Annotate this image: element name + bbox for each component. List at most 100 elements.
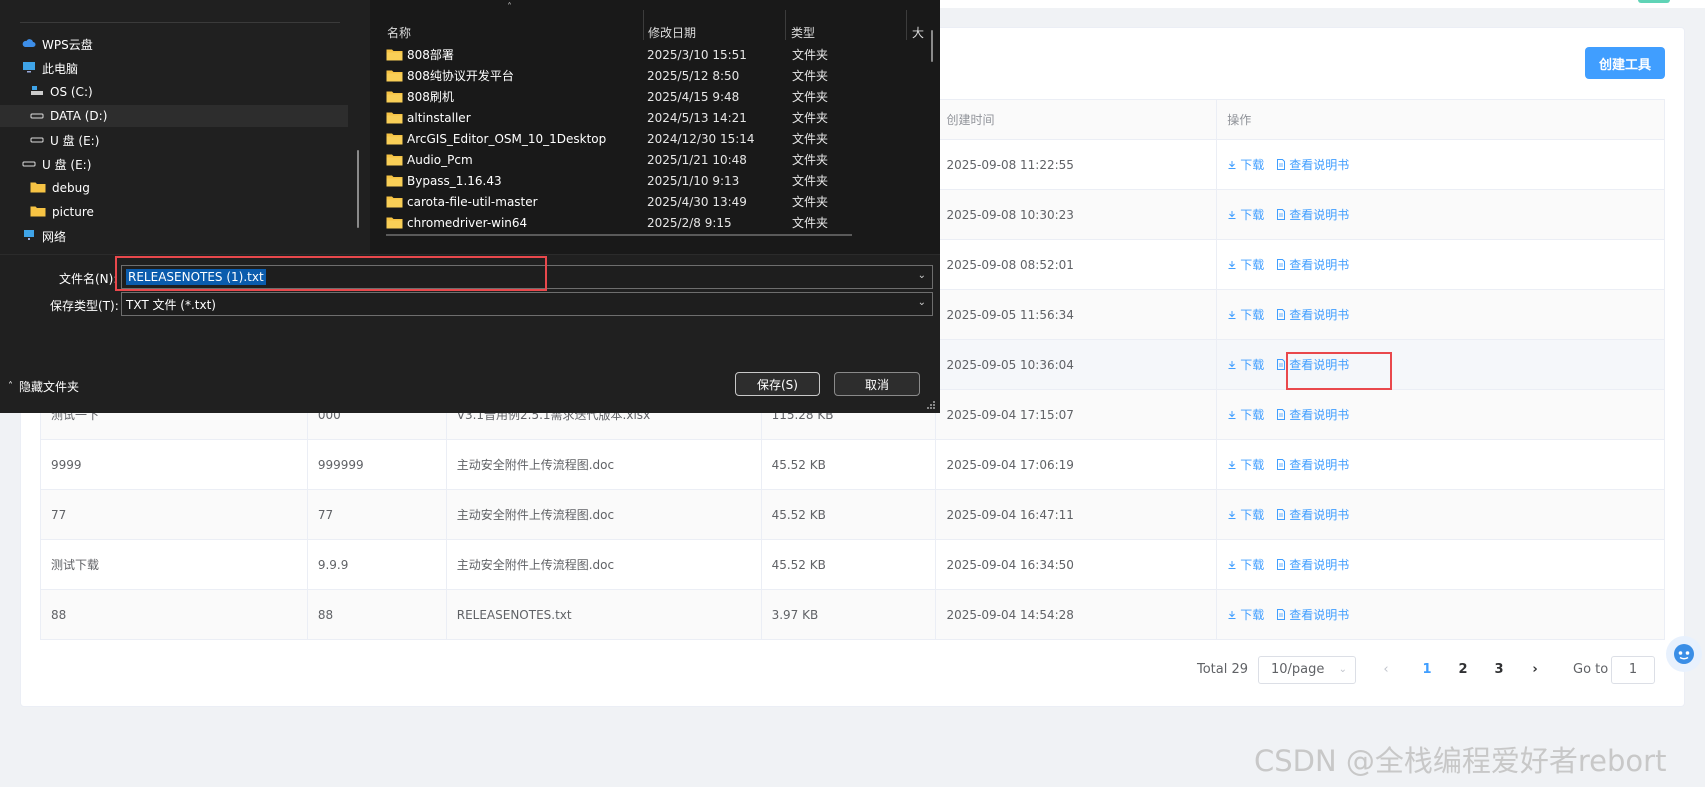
- cell-actions: 下载 查看说明书: [1216, 139, 1665, 190]
- nav-item[interactable]: debug: [0, 177, 348, 199]
- file-row[interactable]: chromedriver-win64 2025/2/8 9:15 文件夹: [370, 212, 840, 233]
- cell-actions: 下载 查看说明书: [1216, 289, 1665, 340]
- view-manual-link[interactable]: 查看说明书: [1276, 556, 1349, 573]
- download-label: 下载: [1240, 508, 1265, 523]
- document-icon: [1277, 258, 1286, 270]
- usb-drive-icon: [22, 157, 36, 171]
- download-link[interactable]: 下载: [1227, 456, 1264, 473]
- view-manual-link[interactable]: 查看说明书: [1276, 456, 1349, 473]
- nav-item[interactable]: U 盘 (E:): [0, 153, 348, 175]
- col-modified-header[interactable]: 修改日期: [648, 24, 696, 41]
- file-row[interactable]: 808刷机 2025/4/15 9:48 文件夹: [370, 86, 840, 107]
- table-row: 77 77 主动安全附件上传流程图.doc 45.52 KB 2025-09-04 16…: [40, 489, 1665, 540]
- cell-created: 2025-09-05 10:36:04: [935, 339, 1218, 390]
- download-label: 下载: [1240, 558, 1265, 573]
- hide-folders-toggle[interactable]: ˄ 隐藏文件夹: [8, 378, 79, 395]
- watermark: CSDN @全栈编程爱好者rebort: [1254, 744, 1667, 778]
- file-name: 808纯协议开发平台: [407, 69, 514, 83]
- download-icon: [1228, 560, 1236, 569]
- filetype-value: TXT 文件 (*.txt): [126, 297, 216, 312]
- cell-actions: 下载 查看说明书: [1216, 339, 1665, 390]
- page-button-2[interactable]: 2: [1449, 656, 1477, 684]
- file-type: 文件夹: [792, 216, 829, 230]
- file-modified: 2025/4/15 9:48: [647, 89, 740, 104]
- page-button-1[interactable]: 1: [1413, 656, 1441, 684]
- col-name-header[interactable]: 名称: [387, 24, 411, 41]
- goto-page-input[interactable]: 1: [1611, 656, 1655, 684]
- download-link[interactable]: 下载: [1227, 506, 1264, 523]
- cell-file: RELEASENOTES.txt: [445, 589, 762, 640]
- highlight-box-filename: [115, 256, 547, 291]
- document-icon: [1277, 458, 1286, 470]
- nav-item[interactable]: DATA (D:): [0, 105, 348, 127]
- download-link[interactable]: 下载: [1227, 406, 1264, 423]
- hide-folders-label: 隐藏文件夹: [19, 380, 80, 394]
- view-manual-link[interactable]: 查看说明书: [1276, 506, 1349, 523]
- cell-version: 77: [306, 489, 447, 540]
- top-badge: [1638, 0, 1670, 3]
- download-link[interactable]: 下载: [1227, 206, 1264, 223]
- download-link[interactable]: 下载: [1227, 356, 1264, 373]
- view-manual-link[interactable]: 查看说明书: [1276, 406, 1349, 423]
- nav-item-label: DATA (D:): [50, 109, 108, 123]
- col-size-header[interactable]: 大: [912, 24, 924, 41]
- files-scrollbar[interactable]: [931, 30, 933, 62]
- file-row[interactable]: Bypass_1.16.43 2025/1/10 9:13 文件夹: [370, 170, 840, 191]
- download-link[interactable]: 下载: [1227, 306, 1264, 323]
- download-icon: [1228, 160, 1236, 169]
- nav-item[interactable]: WPS云盘: [0, 33, 348, 55]
- download-label: 下载: [1240, 208, 1265, 223]
- folder-icon: [30, 181, 46, 196]
- table-row: 88 88 RELEASENOTES.txt 3.97 KB 2025-09-04 14…: [40, 589, 1665, 640]
- cell-name: 9999: [40, 439, 308, 490]
- page-size-value: 10/page: [1271, 662, 1325, 677]
- cancel-button[interactable]: 取消: [834, 372, 920, 396]
- file-row[interactable]: 808部署 2025/3/10 15:51 文件夹: [370, 44, 840, 65]
- save-button[interactable]: 保存(S): [735, 372, 820, 396]
- chat-assistant-button[interactable]: [1666, 636, 1702, 672]
- resize-grip-icon[interactable]: [926, 400, 936, 410]
- filetype-label: 保存类型(T):: [50, 299, 119, 313]
- download-link[interactable]: 下载: [1227, 256, 1264, 273]
- download-icon: [1228, 360, 1236, 369]
- file-row[interactable]: 808纯协议开发平台 2025/5/12 8:50 文件夹: [370, 65, 840, 86]
- nav-item[interactable]: 此电脑: [0, 57, 348, 79]
- prev-page-button[interactable]: ‹: [1372, 656, 1400, 684]
- chevron-down-icon[interactable]: ⌄: [918, 270, 926, 281]
- filetype-select[interactable]: TXT 文件 (*.txt) ⌄: [121, 292, 933, 316]
- view-manual-link[interactable]: 查看说明书: [1276, 256, 1349, 273]
- download-link[interactable]: 下载: [1227, 606, 1264, 623]
- navigation-pane: WPS云盘 此电脑 OS (C:) DATA (D:) U 盘 (E:) U 盘 (E:)…: [0, 0, 368, 254]
- page-size-select[interactable]: 10/page ⌄: [1258, 656, 1356, 684]
- cell-name: 77: [40, 489, 308, 540]
- file-name: chromedriver-win64: [407, 215, 528, 230]
- view-manual-link[interactable]: 查看说明书: [1276, 306, 1349, 323]
- cell-size: 45.52 KB: [760, 489, 937, 540]
- file-row[interactable]: altinstaller 2024/5/13 14:21 文件夹: [370, 107, 840, 128]
- download-link[interactable]: 下载: [1227, 156, 1264, 173]
- view-manual-link[interactable]: 查看说明书: [1276, 206, 1349, 223]
- file-row[interactable]: ArcGIS_Editor_OSM_10_1Desktop 2024/12/30 …: [370, 128, 840, 149]
- col-type-header[interactable]: 类型: [791, 24, 815, 41]
- next-page-button[interactable]: ›: [1521, 656, 1549, 684]
- nav-item[interactable]: U 盘 (E:): [0, 129, 348, 151]
- view-manual-label: 查看说明书: [1289, 607, 1350, 622]
- nav-item[interactable]: picture: [0, 201, 348, 223]
- download-link[interactable]: 下载: [1227, 556, 1264, 573]
- page-button-3[interactable]: 3: [1485, 656, 1513, 684]
- view-manual-link[interactable]: 查看说明书: [1276, 606, 1349, 623]
- file-row[interactable]: carota-file-util-master 2025/4/30 13:49 文件…: [370, 191, 840, 212]
- cell-file: 主动安全附件上传流程图.doc: [445, 539, 762, 590]
- view-manual-link[interactable]: 查看说明书: [1276, 156, 1349, 173]
- nav-item[interactable]: OS (C:): [0, 81, 348, 103]
- file-modified: 2025/2/8 9:15: [647, 215, 732, 230]
- view-manual-label: 查看说明书: [1289, 257, 1350, 272]
- nav-item[interactable]: 网络: [0, 225, 348, 247]
- nav-scrollbar[interactable]: [357, 150, 359, 228]
- download-icon: [1228, 260, 1236, 269]
- file-row[interactable]: Audio_Pcm 2025/1/21 10:48 文件夹: [370, 149, 840, 170]
- horizontal-scrollbar[interactable]: [386, 234, 852, 236]
- file-name: carota-file-util-master: [407, 194, 538, 209]
- create-tool-button[interactable]: 创建工具: [1585, 47, 1665, 79]
- file-name: altinstaller: [407, 110, 471, 125]
